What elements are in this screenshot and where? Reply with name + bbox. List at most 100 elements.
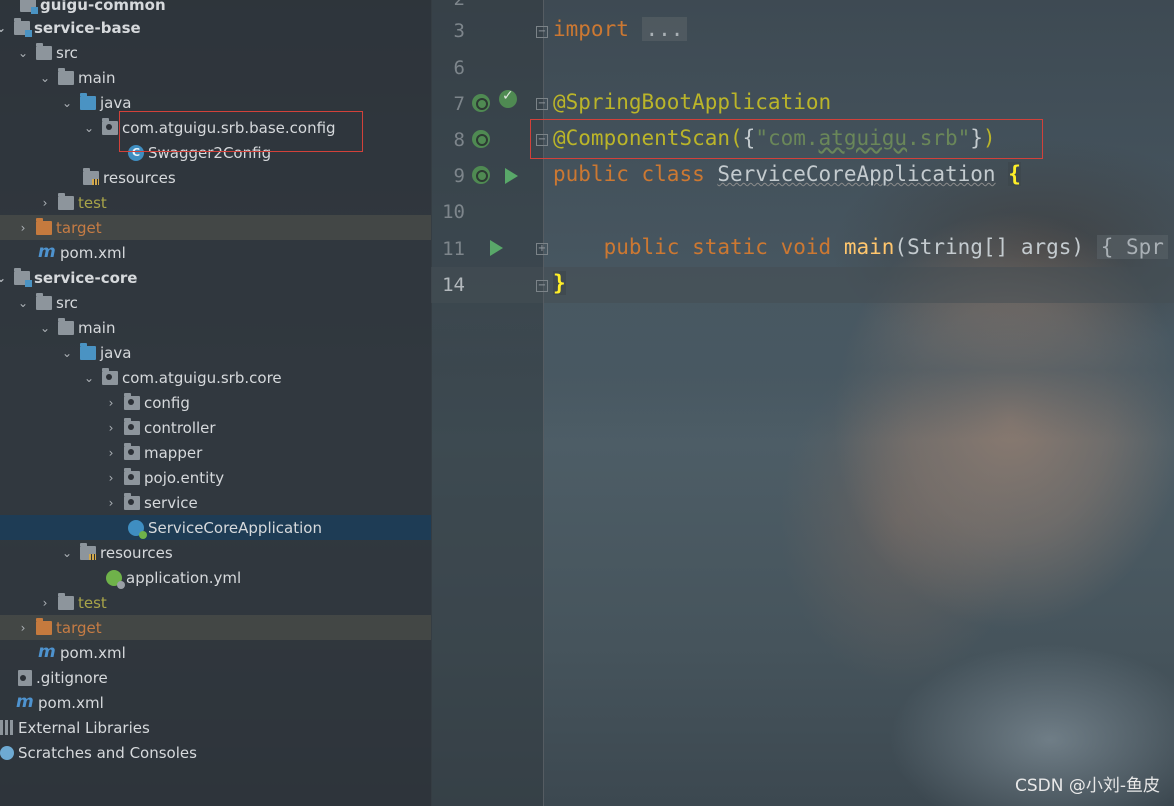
tree-row-java[interactable]: ⌄ java [0, 340, 431, 365]
spring-config-icon [106, 569, 125, 589]
maven-icon: m [38, 241, 56, 262]
tree-row-main[interactable]: ⌄ main [0, 315, 431, 340]
package-icon [102, 117, 118, 135]
folder-icon [58, 592, 74, 610]
tree-row-controller[interactable]: › controller [0, 415, 431, 440]
tree-row-service-core[interactable]: ⌄ service-core [0, 265, 431, 290]
chevron-down-icon[interactable]: ⌄ [38, 71, 52, 85]
project-tree-panel: guigu-common ⌄ service-base ⌄ src ⌄ main… [0, 0, 432, 806]
fold-icon[interactable]: − [536, 26, 548, 38]
chevron-down-icon[interactable]: ⌄ [16, 296, 30, 310]
annotation: @SpringBootApplication [553, 90, 832, 114]
code-line-end[interactable]: } [553, 271, 566, 295]
chevron-right-icon[interactable]: › [104, 446, 118, 460]
keyword: public [553, 162, 629, 186]
chevron-right-icon[interactable]: › [38, 196, 52, 210]
line-number: 9 [453, 165, 465, 187]
excluded-folder-icon [36, 617, 52, 635]
module-folder-icon [14, 17, 32, 37]
chevron-right-icon[interactable]: › [104, 421, 118, 435]
keyword: static [692, 235, 768, 259]
tree-row-gitignore[interactable]: .gitignore [0, 665, 431, 690]
spring-bean-icon[interactable] [472, 94, 490, 112]
keyword: void [780, 235, 832, 259]
chevron-right-icon[interactable]: › [16, 221, 30, 235]
folder-icon [58, 67, 74, 85]
run-icon[interactable] [490, 240, 503, 256]
package-icon [124, 492, 140, 510]
tree-row-test[interactable]: › test [0, 590, 431, 615]
chevron-down-icon[interactable]: ⌄ [60, 346, 74, 360]
chevron-right-icon[interactable]: › [16, 621, 30, 635]
keyword: public [603, 235, 680, 259]
tree-row-resources[interactable]: ⌄ resources [0, 540, 431, 565]
tree-row-pom[interactable]: m pom.xml [0, 640, 431, 665]
chevron-down-icon[interactable]: ⌄ [0, 271, 8, 285]
spring-boot-app-icon [128, 519, 147, 539]
spring-check-icon[interactable] [499, 88, 517, 108]
brace-matched: } [553, 271, 566, 295]
code-line-import[interactable]: import ... [553, 17, 688, 41]
keyword: class [641, 162, 705, 186]
fold-icon[interactable]: − [536, 98, 548, 110]
line-number: 6 [453, 57, 465, 79]
chevron-right-icon[interactable]: › [104, 496, 118, 510]
folder-icon [58, 192, 74, 210]
chevron-down-icon[interactable]: ⌄ [16, 46, 30, 60]
tree-row-external-libraries[interactable]: External Libraries [0, 715, 431, 740]
maven-icon: m [38, 641, 56, 662]
folder-icon [36, 42, 52, 60]
tree-row-pom[interactable]: m pom.xml [0, 240, 431, 265]
chevron-down-icon[interactable]: ⌄ [82, 121, 96, 135]
tree-row-target[interactable]: › target [0, 615, 431, 640]
git-file-icon [18, 669, 32, 686]
chevron-down-icon[interactable]: ⌄ [82, 371, 96, 385]
spring-bean-icon[interactable] [472, 130, 490, 148]
source-folder-icon [80, 342, 96, 360]
chevron-right-icon[interactable]: › [104, 396, 118, 410]
line-number: 7 [453, 93, 465, 115]
code-line-main[interactable]: public static void main(String[] args) {… [553, 235, 1168, 259]
tree-row-config[interactable]: › config [0, 390, 431, 415]
tree-row-pojo-entity[interactable]: › pojo.entity [0, 465, 431, 490]
maven-icon: m [16, 691, 34, 712]
line-number: 3 [453, 20, 465, 42]
expand-icon[interactable]: + [536, 243, 548, 255]
fold-icon[interactable]: − [536, 280, 548, 292]
tree-row-service[interactable]: › service [0, 490, 431, 515]
folded-region[interactable]: { Spr [1096, 235, 1168, 259]
chevron-down-icon[interactable]: ⌄ [60, 546, 74, 560]
chevron-down-icon[interactable]: ⌄ [38, 321, 52, 335]
code-line-annotation-1[interactable]: @SpringBootApplication [553, 90, 831, 114]
code-line-class[interactable]: public class ServiceCoreApplication { [553, 162, 1021, 186]
tree-row-scratches[interactable]: Scratches and Consoles [0, 740, 431, 765]
resources-folder-icon [83, 167, 99, 185]
tree-row-src[interactable]: ⌄ src [0, 40, 431, 65]
method-name: main [843, 235, 895, 259]
tree-row-src[interactable]: ⌄ src [0, 290, 431, 315]
tree-row-resources[interactable]: resources [0, 165, 431, 190]
tree-row-service-base[interactable]: ⌄ service-base [0, 15, 431, 40]
chevron-down-icon[interactable]: ⌄ [60, 96, 74, 110]
excluded-folder-icon [36, 217, 52, 235]
folded-region[interactable]: ... [641, 17, 688, 41]
run-icon[interactable] [505, 168, 518, 184]
folder-icon [58, 317, 74, 335]
line-number: 11 [442, 238, 465, 260]
spring-bean-icon[interactable] [472, 166, 490, 184]
tree-row-main[interactable]: ⌄ main [0, 65, 431, 90]
tree-row-root-pom[interactable]: m pom.xml [0, 690, 431, 715]
chevron-down-icon[interactable]: ⌄ [0, 21, 8, 35]
folder-icon [36, 292, 52, 310]
tree-row-target[interactable]: › target [0, 215, 431, 240]
package-icon [124, 392, 140, 410]
chevron-right-icon[interactable]: › [104, 471, 118, 485]
tree-row-mapper[interactable]: › mapper [0, 440, 431, 465]
highlight-box-componentscan [530, 119, 1043, 159]
tree-row-application-yml[interactable]: application.yml [0, 565, 431, 590]
chevron-right-icon[interactable]: › [38, 596, 52, 610]
tree-row-service-core-application[interactable]: ServiceCoreApplication [0, 515, 431, 540]
line-number-current: 14 [442, 274, 465, 296]
tree-row-test[interactable]: › test [0, 190, 431, 215]
tree-row-package-core[interactable]: ⌄ com.atguigu.srb.core [0, 365, 431, 390]
